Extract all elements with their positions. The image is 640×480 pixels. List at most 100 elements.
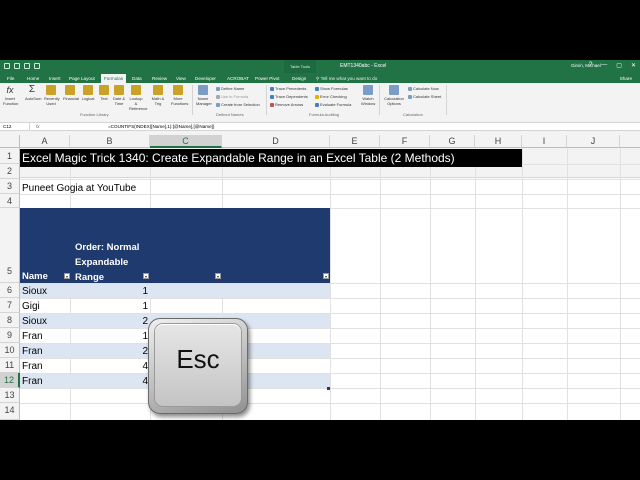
name-manager-button[interactable]: Name Manager	[196, 85, 212, 106]
tab-acrobat[interactable]: ACROBAT	[224, 74, 252, 83]
cell-order-normal[interactable]: 4	[100, 361, 148, 372]
row-header-1[interactable]: 1	[0, 148, 20, 164]
use-in-formula-button[interactable]: Use in Formula	[216, 94, 248, 99]
column-header-j[interactable]: J	[567, 135, 620, 148]
show-formulas-button[interactable]: Show Formulas	[315, 86, 348, 91]
tab-insert[interactable]: Insert	[46, 74, 64, 83]
cell-name[interactable]: Fran	[22, 361, 43, 372]
insert-function-button[interactable]: fx Insert Function	[3, 85, 18, 106]
date-time-button[interactable]: Date & Time	[112, 85, 126, 106]
gridline	[20, 388, 640, 389]
filter-dropdown-icon[interactable]: ▾	[323, 273, 329, 279]
cell-name[interactable]: Fran	[22, 346, 43, 357]
trace-precedents-button[interactable]: Trace Precedents	[270, 86, 306, 91]
cell-order-normal[interactable]: 2	[100, 346, 148, 357]
row-header-3[interactable]: 3	[0, 179, 20, 194]
table-resize-handle[interactable]	[327, 387, 330, 390]
ribbon-separator	[192, 85, 193, 115]
tab-home[interactable]: Home	[24, 74, 42, 83]
tab-page-layout[interactable]: Page Layout	[66, 74, 98, 83]
cell-order-normal[interactable]: 1	[100, 331, 148, 342]
create-from-selection-button[interactable]: Create from Selection	[216, 102, 260, 107]
row-header-8[interactable]: 8	[0, 313, 20, 328]
tab-design[interactable]: Design	[289, 74, 309, 83]
row-header-2[interactable]: 2	[0, 164, 20, 179]
cell-name[interactable]: Gigi	[22, 301, 40, 312]
math-trig-button[interactable]: Math & Trig	[151, 85, 165, 106]
row-header-7[interactable]: 7	[0, 298, 20, 313]
more-functions-button[interactable]: More Functions	[171, 85, 188, 106]
column-header-g[interactable]: G	[430, 135, 475, 148]
customize-qat-icon[interactable]	[34, 63, 40, 69]
filter-dropdown-icon[interactable]: ▾	[143, 273, 149, 279]
cell-order-normal[interactable]: 1	[100, 286, 148, 297]
table-header-name[interactable]: Name	[22, 271, 48, 282]
tab-file[interactable]: File	[4, 74, 17, 83]
error-checking-button[interactable]: Error Checking	[315, 94, 347, 99]
table-header-order-normal[interactable]: Order: Normal Expandable Range	[75, 240, 139, 285]
column-header-a[interactable]: A	[20, 135, 70, 148]
row-header-11[interactable]: 11	[0, 358, 20, 373]
cell-order-normal[interactable]: 4	[100, 376, 148, 387]
lookup-reference-button[interactable]: Lookup & Reference	[129, 85, 147, 111]
column-header-i[interactable]: I	[522, 135, 567, 148]
remove-arrows-button[interactable]: Remove Arrows	[270, 102, 303, 107]
cell-name[interactable]: Fran	[22, 331, 43, 342]
tab-developer[interactable]: Developer	[192, 74, 219, 83]
fx-icon[interactable]: fx	[36, 123, 40, 130]
row-header-10[interactable]: 10	[0, 343, 20, 358]
column-header-h[interactable]: H	[475, 135, 522, 148]
tab-formulas[interactable]: Formulas	[101, 74, 127, 83]
trace-dependents-button[interactable]: Trace Dependents	[270, 94, 308, 99]
redo-icon[interactable]	[24, 63, 30, 69]
row-header-13[interactable]: 13	[0, 388, 20, 403]
column-header-f[interactable]: F	[380, 135, 430, 148]
help-button[interactable]: ?	[589, 62, 592, 69]
calculate-now-button[interactable]: Calculate Now	[408, 86, 439, 91]
logical-button[interactable]: Logical	[81, 85, 95, 101]
row-header-6[interactable]: 6	[0, 283, 20, 298]
minimize-button[interactable]: —	[601, 62, 607, 69]
column-header-b[interactable]: B	[70, 135, 150, 148]
row-header-4[interactable]: 4	[0, 194, 20, 208]
undo-icon[interactable]	[14, 63, 20, 69]
cell-order-normal[interactable]: 1	[100, 301, 148, 312]
financial-button[interactable]: Financial	[63, 85, 79, 101]
tab-data[interactable]: Data	[129, 74, 145, 83]
share-button[interactable]: Share	[620, 74, 632, 83]
maximize-button[interactable]: ▢	[616, 62, 622, 69]
cell-name[interactable]: Sioux	[22, 286, 47, 297]
select-all-corner[interactable]	[0, 135, 20, 148]
recently-used-button[interactable]: Recently Used	[44, 85, 60, 106]
calculate-sheet-button[interactable]: Calculate Sheet	[408, 94, 441, 99]
column-header-d[interactable]: D	[222, 135, 330, 148]
tab-power-pivot[interactable]: Power Pivot	[252, 74, 283, 83]
title-banner-cell[interactable]: Excel Magic Trick 1340: Create Expandabl…	[20, 149, 522, 167]
text-button[interactable]: Text	[97, 85, 111, 101]
tab-view[interactable]: View	[173, 74, 189, 83]
cell-name[interactable]: Sioux	[22, 316, 47, 327]
evaluate-formula-button[interactable]: Evaluate Formula	[315, 102, 351, 107]
autosum-button[interactable]: Σ AutoSum	[25, 85, 41, 102]
cell-order-normal[interactable]: 2	[100, 316, 148, 327]
tell-me-box[interactable]: ⚲ Tell me what you want to do	[316, 74, 377, 83]
save-icon[interactable]	[4, 63, 10, 69]
filter-dropdown-icon[interactable]: ▾	[64, 273, 70, 279]
row-header-14[interactable]: 14	[0, 403, 20, 420]
formula-input[interactable]: =COUNTIFS(INDEX([Name],1):[@Name],[@Name…	[108, 123, 214, 130]
tab-review[interactable]: Review	[149, 74, 170, 83]
calculation-options-button[interactable]: Calculation Options	[383, 85, 405, 106]
name-box[interactable]: C12	[0, 123, 30, 130]
filter-dropdown-icon[interactable]: ▾	[215, 273, 221, 279]
close-button[interactable]: ✕	[631, 62, 636, 69]
cell-name[interactable]: Fran	[22, 376, 43, 387]
column-header-c[interactable]: C	[150, 135, 222, 148]
column-header-e[interactable]: E	[330, 135, 380, 148]
cell-a3[interactable]: Puneet Gogia at YouTube	[22, 183, 136, 194]
row-header-12[interactable]: 12	[0, 373, 20, 388]
row-header-5[interactable]: 5	[0, 208, 20, 283]
more-functions-icon	[173, 85, 183, 95]
row-header-9[interactable]: 9	[0, 328, 20, 343]
watch-window-button[interactable]: Watch Window	[361, 85, 375, 106]
define-name-button[interactable]: Define Name	[216, 86, 244, 91]
